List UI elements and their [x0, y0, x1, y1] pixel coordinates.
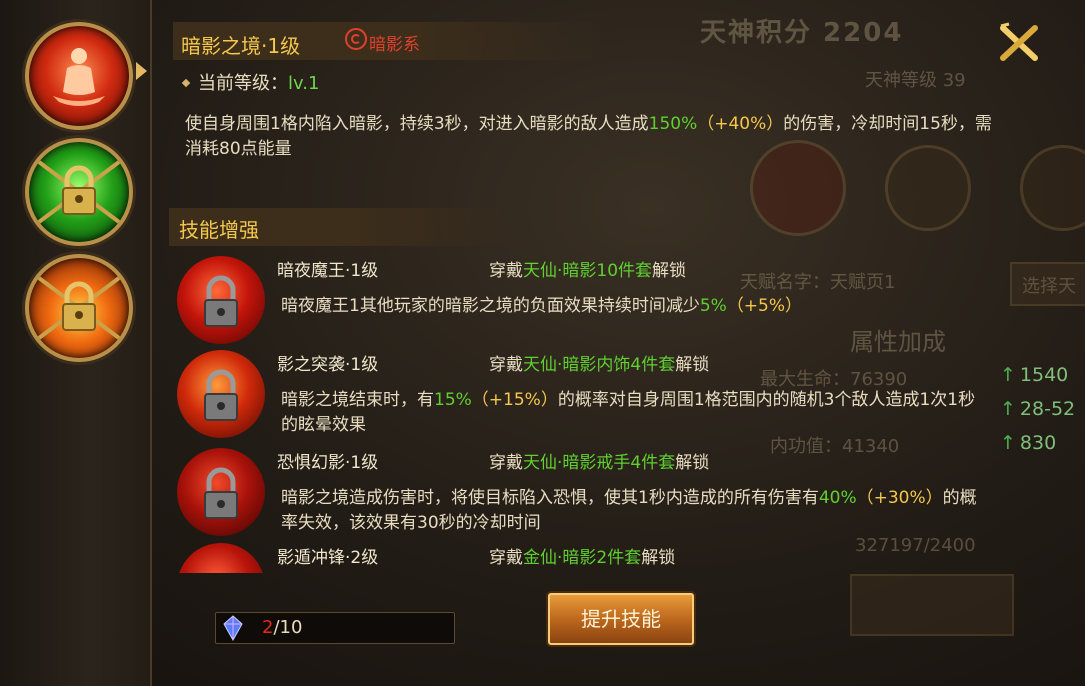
- enhancement-desc: 暗影之境造成伤害时，将使目标陷入恐惧，使其1秒内造成的所有伤害有40%（+30%…: [281, 488, 977, 533]
- skill-detail-panel: 暗影之境·1级 暗影系 当前等级：lv.1 使自身周围1格内陷入暗影，持续3秒，…: [155, 8, 1015, 680]
- lock-icon: [204, 369, 238, 421]
- upgrade-skill-button[interactable]: 提升技能: [548, 593, 694, 645]
- unlock-requirement: 穿戴天仙·暗影内饰4件套解锁: [489, 355, 710, 375]
- skill-tab-rail: [0, 0, 152, 686]
- enhancement-icon: [177, 256, 265, 344]
- enhancement-name: 恐惧幻影·1级: [277, 453, 379, 473]
- green-locked-tab[interactable]: [25, 138, 133, 246]
- skill-window: 天神积分 2204 天神等级 39 天赋名字：天赋页1 选择天 属性加成 最大生…: [0, 0, 1085, 686]
- shadow-realm-tab[interactable]: [25, 22, 133, 130]
- enhancement-list[interactable]: 暗夜魔王·1级 穿戴天仙·暗影10件套解锁 暗夜魔王1其他玩家的暗影之境的负面效…: [155, 8, 1015, 573]
- unlock-requirement: 穿戴天仙·暗影10件套解锁: [489, 261, 687, 281]
- enhancement-icon: [177, 543, 265, 573]
- enhancement-name: 暗夜魔王·1级: [277, 261, 379, 281]
- selected-tab-arrow-icon: [136, 62, 147, 80]
- skill-points-bar: 2/10: [215, 612, 455, 644]
- lock-icon: [37, 276, 121, 340]
- skill-points: 2/10: [262, 617, 303, 638]
- enhancement-desc: 暗夜魔王1其他玩家的暗影之境的负面效果持续时间减少5%（+5%）: [281, 296, 803, 316]
- close-icon[interactable]: [997, 20, 1041, 64]
- bg-select-label: 选择天: [1022, 276, 1076, 297]
- bg-emblem-locked-2: [1020, 145, 1085, 231]
- lock-icon: [204, 467, 238, 519]
- enhancement-icon: [177, 350, 265, 438]
- crystal-gem-icon: [223, 615, 243, 641]
- lock-icon: [37, 160, 121, 224]
- skill-points-current: 2: [262, 617, 274, 638]
- bg-select-button: 选择天: [1010, 262, 1085, 306]
- enhancement-name: 影遁冲锋·2级: [277, 548, 379, 568]
- lock-icon: [204, 275, 238, 327]
- enhancement-icon: [177, 448, 265, 536]
- meditating-figure-icon: [53, 48, 105, 106]
- enhancement-name: 影之突袭·1级: [277, 355, 379, 375]
- enhancement-desc: 暗影之境结束时，有15%（+15%）的概率对自身周围1格范围内的随机3个敌人造成…: [281, 390, 976, 435]
- unlock-requirement: 穿戴天仙·暗影戒手4件套解锁: [489, 453, 710, 473]
- skill-points-max: 10: [279, 617, 303, 638]
- fire-locked-tab[interactable]: [25, 254, 133, 362]
- unlock-requirement: 穿戴金仙·暗影2件套解锁: [489, 548, 676, 568]
